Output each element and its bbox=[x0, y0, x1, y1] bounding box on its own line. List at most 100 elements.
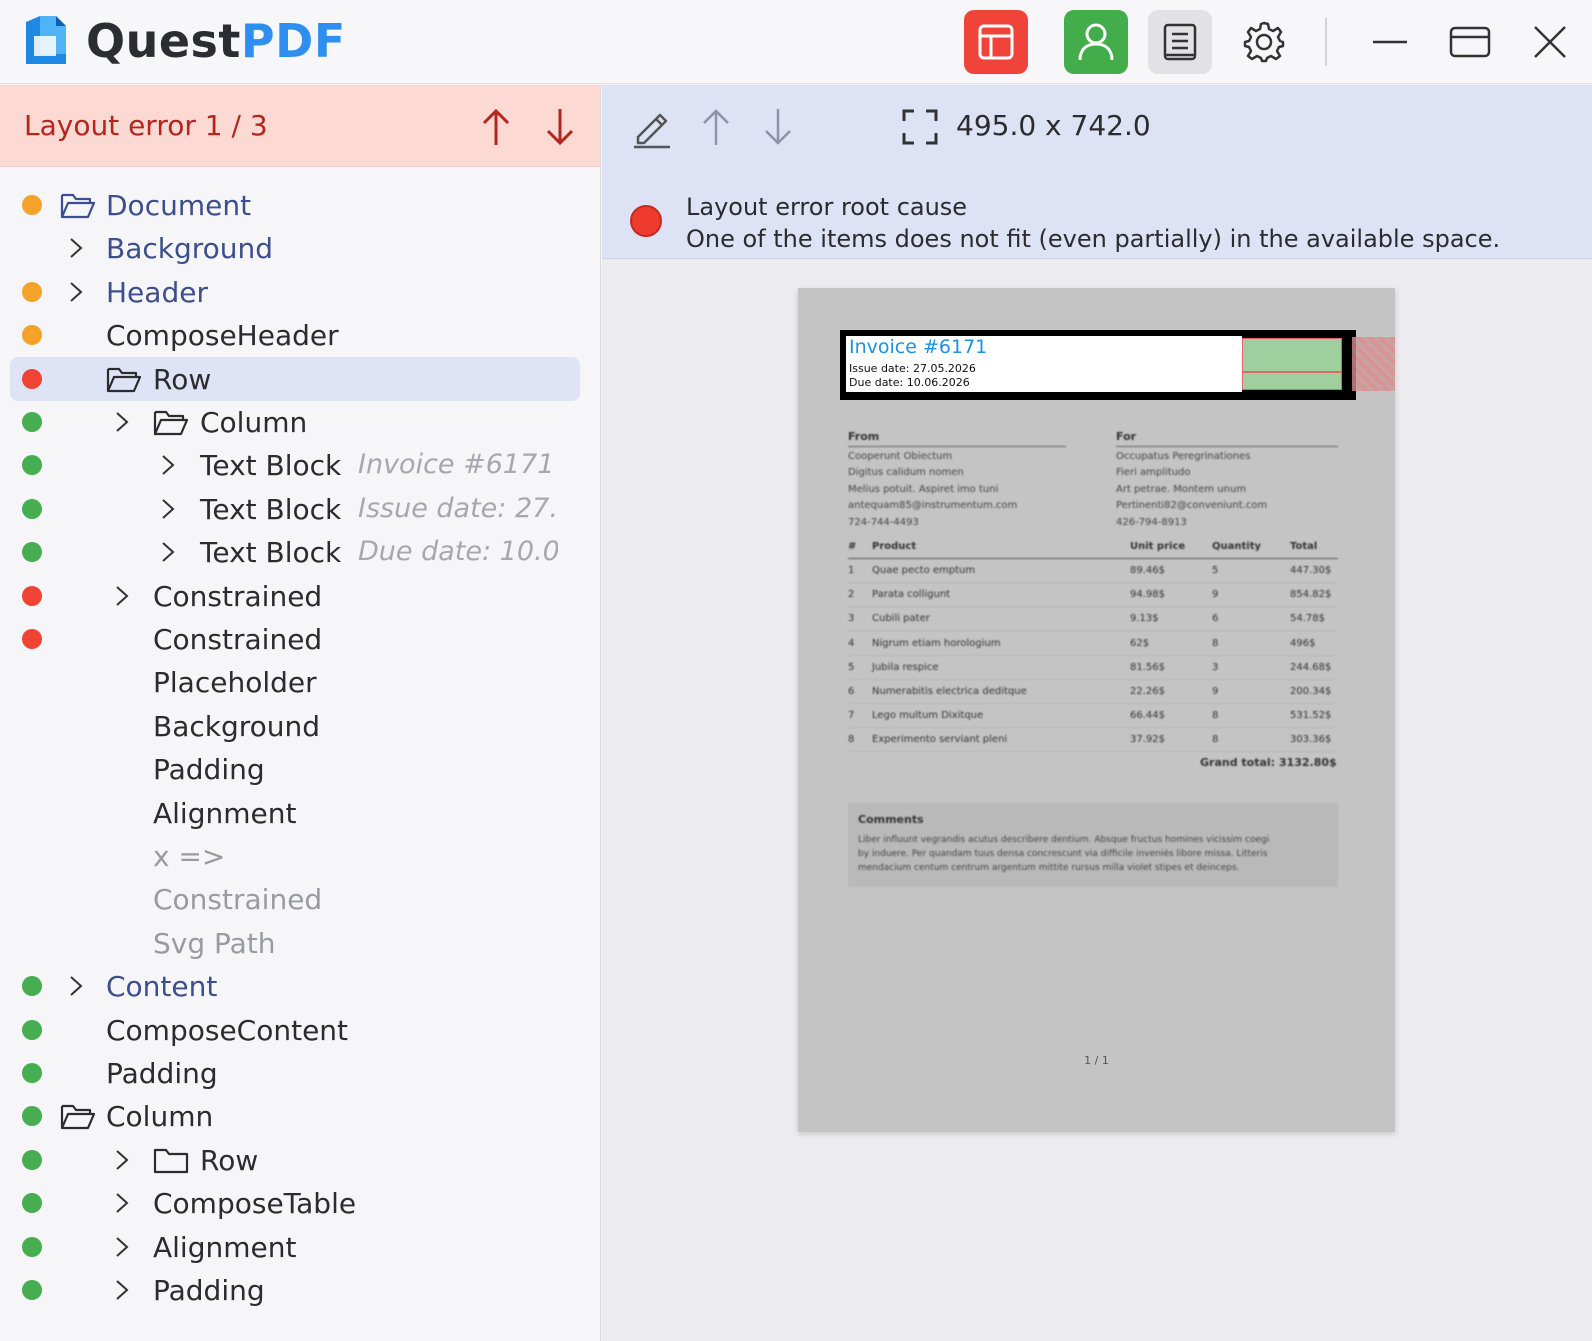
tree-node-text-block[interactable]: Text Block Invoice #6171 bbox=[10, 443, 580, 487]
tree-node-composecontent[interactable]: ComposeContent bbox=[10, 1008, 580, 1052]
tree-node-label: ComposeTable bbox=[153, 1187, 357, 1221]
table-cell: 9.13$ bbox=[1130, 613, 1159, 625]
tree-node-label: Background bbox=[106, 232, 274, 266]
tree-node-constrained[interactable]: Constrained bbox=[10, 617, 580, 661]
comments-title: Comments bbox=[858, 813, 924, 826]
tree-node-column[interactable]: Column bbox=[10, 1094, 580, 1138]
status-dot-green bbox=[22, 1019, 42, 1040]
tree-node-header[interactable]: Header bbox=[10, 270, 580, 314]
tree-node-label: Svg Path bbox=[153, 926, 276, 960]
table-cell: 1 bbox=[848, 565, 855, 576]
tree-node-row[interactable]: Row bbox=[10, 356, 580, 401]
tree-node-background[interactable]: Background bbox=[10, 704, 580, 748]
table-row: 3 Cubili pater 9.13$ 6 54.78$ bbox=[848, 607, 1338, 632]
tree-node-label: x => bbox=[153, 840, 226, 873]
tree-node-padding[interactable]: Padding bbox=[10, 747, 580, 791]
arrow-up-icon[interactable] bbox=[694, 105, 738, 149]
page-number: 1 / 1 bbox=[1084, 1054, 1109, 1067]
pencil-icon[interactable] bbox=[630, 105, 674, 149]
chevron-right-icon[interactable] bbox=[68, 974, 84, 998]
text-line: Fieri amplitudo bbox=[1116, 467, 1191, 479]
chevron-right-icon[interactable] bbox=[114, 1148, 130, 1172]
tree-node-column[interactable]: Column bbox=[10, 400, 580, 444]
layout-error-counter: Layout error 1 / 3 bbox=[24, 109, 268, 142]
tree-node-label: Padding bbox=[153, 1274, 265, 1307]
table-header-cell: # bbox=[848, 541, 857, 552]
table-cell: 854.82$ bbox=[1290, 589, 1332, 601]
comment-line: mendacium centum centrum argentum mittit… bbox=[858, 863, 1240, 873]
placeholder-highlight bbox=[1242, 338, 1342, 390]
table-cell: 4 bbox=[848, 637, 855, 649]
page-preview[interactable]: Invoice #6171 Issue date: 27.05.2026 Due… bbox=[798, 288, 1395, 1132]
table-cell: 8 bbox=[1212, 637, 1219, 649]
table-cell: Lego multum Dixitque bbox=[872, 710, 984, 722]
table-header-cell: Product bbox=[872, 541, 917, 552]
tree-node-alignment[interactable]: Alignment bbox=[10, 791, 580, 835]
minimize-button[interactable] bbox=[1362, 14, 1418, 70]
chevron-right-icon[interactable] bbox=[114, 410, 130, 434]
arrow-down-icon[interactable] bbox=[756, 105, 800, 149]
tree-node-document[interactable]: Document bbox=[10, 183, 580, 227]
tree-node-row[interactable]: Row bbox=[10, 1138, 580, 1182]
tree-node-composeheader[interactable]: ComposeHeader bbox=[10, 313, 580, 357]
brand-name: QuestPDF bbox=[86, 14, 346, 68]
preview-toolbar: 495.0 x 742.0 Layout error root cause On… bbox=[602, 85, 1592, 259]
maximize-button[interactable] bbox=[1442, 14, 1498, 70]
chevron-right-icon[interactable] bbox=[160, 497, 176, 521]
previous-error-arrow-up-icon[interactable] bbox=[476, 105, 516, 149]
gear-icon bbox=[1243, 21, 1285, 63]
tree-node-svg-path[interactable]: Svg Path bbox=[10, 921, 580, 965]
status-dot-red bbox=[22, 629, 42, 649]
comment-line: Liber influunt vegrandis acutus describe… bbox=[858, 835, 1270, 845]
tree-node-constrained[interactable]: Constrained bbox=[10, 574, 580, 618]
tree-node-label: Background bbox=[153, 709, 321, 743]
tree-node-content[interactable]: Content bbox=[10, 964, 580, 1008]
table-cell: 447.30$ bbox=[1290, 565, 1332, 576]
tree-node-text-block[interactable]: Text Block Due date: 10.06. bbox=[10, 530, 580, 574]
tree-node-background[interactable]: Background bbox=[10, 226, 580, 270]
layout-button[interactable] bbox=[964, 10, 1028, 74]
tree-node-label: Text Block bbox=[200, 536, 342, 570]
table-cell: 62$ bbox=[1130, 637, 1150, 649]
chevron-right-icon[interactable] bbox=[160, 453, 176, 477]
next-error-arrow-down-icon[interactable] bbox=[540, 105, 580, 149]
tree-node-constrained[interactable]: Constrained bbox=[10, 877, 580, 921]
text-line: Occupatus Peregrinationes bbox=[1116, 451, 1251, 462]
table-cell: 54.78$ bbox=[1290, 613, 1325, 625]
book-icon bbox=[1163, 23, 1197, 61]
table-cell: 496$ bbox=[1290, 637, 1316, 649]
title-bar: QuestPDF bbox=[0, 0, 1592, 84]
chevron-right-icon[interactable] bbox=[114, 1278, 130, 1302]
chevron-right-icon[interactable] bbox=[114, 1191, 130, 1215]
close-button[interactable] bbox=[1522, 14, 1578, 70]
table-cell: 3 bbox=[848, 613, 855, 625]
text-line: Art petrae. Montem unum bbox=[1116, 483, 1247, 495]
chevron-right-icon[interactable] bbox=[160, 540, 176, 564]
chevron-right-icon[interactable] bbox=[114, 1235, 130, 1259]
documentation-button[interactable] bbox=[1148, 10, 1212, 74]
tree-node-x[interactable]: x => bbox=[10, 834, 580, 878]
user-icon bbox=[1078, 23, 1114, 61]
tree-node-placeholder[interactable]: Placeholder bbox=[10, 660, 580, 704]
table-cell: 5 bbox=[848, 661, 855, 673]
tree-node-label: Row bbox=[200, 1143, 259, 1177]
chevron-right-icon[interactable] bbox=[68, 236, 84, 260]
chevron-right-icon[interactable] bbox=[114, 584, 130, 608]
text-line: Melius potuit. Aspiret imo tuni bbox=[848, 483, 999, 495]
tree-node-text-block[interactable]: Text Block Issue date: 27.05 bbox=[10, 487, 580, 531]
table-cell: 37.92$ bbox=[1130, 734, 1165, 746]
chevron-right-icon[interactable] bbox=[68, 280, 84, 304]
table-cell: 200.34$ bbox=[1290, 686, 1332, 697]
tree-node-alignment[interactable]: Alignment bbox=[10, 1225, 580, 1269]
user-button[interactable] bbox=[1064, 10, 1128, 74]
page-dimensions: 495.0 x 742.0 bbox=[956, 109, 1151, 142]
tree-node-padding[interactable]: Padding bbox=[10, 1051, 580, 1095]
tree-node-padding[interactable]: Padding bbox=[10, 1268, 580, 1312]
fullscreen-icon[interactable] bbox=[898, 105, 942, 149]
status-dot-green bbox=[22, 1063, 42, 1083]
settings-button[interactable] bbox=[1236, 14, 1292, 70]
status-dot-green bbox=[22, 1193, 42, 1214]
tree-node-label: Padding bbox=[153, 753, 265, 787]
tree-node-composetable[interactable]: ComposeTable bbox=[10, 1181, 580, 1225]
tree-node-text-preview: Issue date: 27.05 bbox=[358, 492, 558, 524]
